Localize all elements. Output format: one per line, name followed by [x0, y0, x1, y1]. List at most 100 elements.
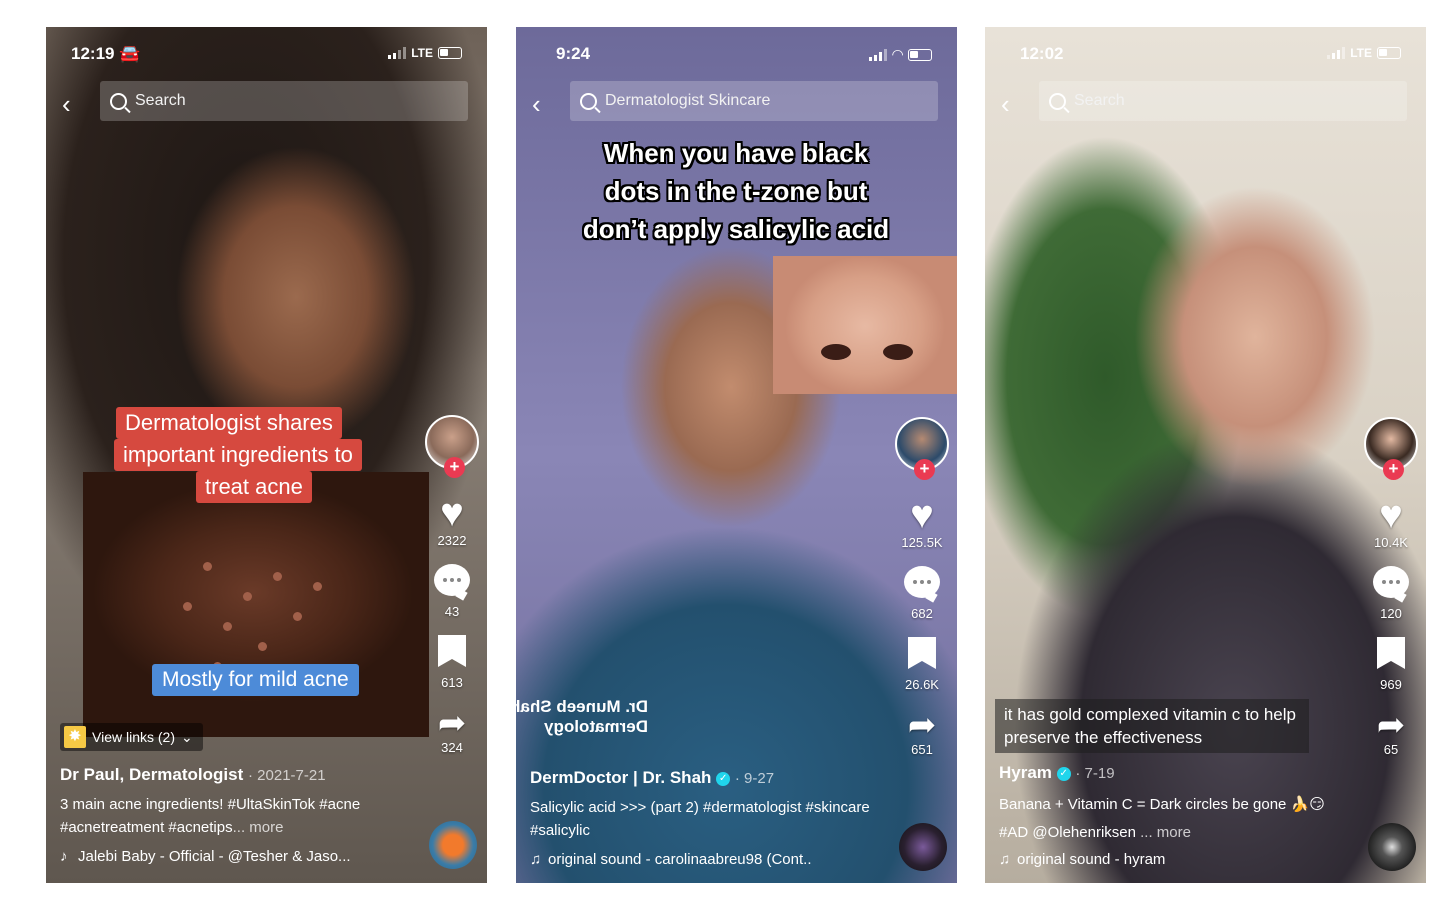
status-bar: 12:19 🚘 LTE — [71, 44, 462, 66]
network-label: LTE — [1350, 46, 1372, 60]
creator-avatar[interactable]: + — [1364, 417, 1418, 480]
mirrored-name-overlay: Dr. Muneeb Shah Dermatology — [516, 697, 648, 737]
author-name[interactable]: Hyram — [999, 763, 1052, 782]
overlay-caption-line: don’t apply salicylic acid — [582, 214, 890, 244]
follow-plus-icon[interactable]: + — [444, 457, 465, 478]
action-rail: + ♥ 125.5K 682 26.6K ➦ 651 — [893, 417, 951, 757]
overlay-caption-line: Dermatologist shares — [116, 407, 342, 439]
status-time: 12:19 🚘 — [71, 44, 141, 63]
sound-link[interactable]: ♪ Jalebi Baby - Official - @Tesher & Jaso… — [60, 848, 417, 865]
comment-count: 682 — [911, 606, 933, 621]
sound-link[interactable]: ♫ original sound - carolinaabreu98 (Cont.… — [530, 851, 887, 868]
action-rail: + ♥ 2322 43 613 ➦ 324 — [423, 415, 481, 755]
back-icon[interactable]: ‹ — [1001, 89, 1010, 120]
bookmark-icon — [907, 637, 936, 669]
search-input[interactable]: Search — [100, 81, 468, 121]
overlay-sub-caption: it has gold complexed vitamin c to help … — [995, 699, 1309, 753]
video-post-3[interactable]: 12:02 LTE ‹ Search it has gold complexed… — [985, 27, 1426, 883]
more-link[interactable]: ... more — [233, 819, 284, 836]
post-description: 3 main acne ingredients! #UltaSkinTok #a… — [60, 793, 417, 839]
follow-plus-icon[interactable]: + — [914, 459, 935, 480]
comment-button[interactable]: 682 — [904, 566, 940, 621]
back-icon[interactable]: ‹ — [62, 89, 71, 120]
comment-button[interactable]: 43 — [434, 564, 470, 619]
author-name[interactable]: DermDoctor | Dr. Shah — [530, 768, 711, 787]
share-icon: ➦ — [437, 704, 467, 742]
post-description: Banana + Vitamin C = Dark circles be gon… — [999, 791, 1356, 847]
video-post-1[interactable]: 12:19 🚘 LTE ‹ Search Dermatologist share… — [46, 27, 487, 883]
view-links-button[interactable]: ✸ View links (2) ⌄ — [60, 723, 203, 751]
post-info: Dr Paul, Dermatologist · 2021-7-21 3 mai… — [60, 765, 417, 865]
more-link[interactable]: ... more — [1140, 824, 1191, 841]
share-count: 65 — [1383, 742, 1399, 757]
post-date: · 9-27 — [734, 770, 775, 787]
save-count: 26.6K — [905, 677, 939, 692]
status-bar: 12:02 LTE — [1020, 44, 1401, 66]
search-input[interactable]: Dermatologist Skincare — [570, 81, 938, 121]
battery-icon — [908, 48, 932, 61]
like-button[interactable]: ♥ 2322 — [438, 493, 467, 548]
nose-closeup-image — [773, 256, 957, 394]
car-icon: 🚘 — [119, 44, 141, 63]
share-count: 651 — [911, 742, 933, 757]
search-icon — [580, 92, 597, 110]
save-button[interactable]: 969 — [1377, 637, 1405, 692]
search-icon — [1049, 92, 1066, 110]
status-time: 9:24 — [556, 44, 591, 63]
heart-icon: ♥ — [910, 493, 934, 537]
video-post-2[interactable]: 9:24 ◠ ‹ Dermatologist Skincare When you… — [516, 27, 957, 883]
back-icon[interactable]: ‹ — [532, 89, 541, 120]
comment-button[interactable]: 120 — [1373, 566, 1409, 621]
save-button[interactable]: 613 — [438, 635, 466, 690]
overlay-caption-line: When you have black — [603, 138, 869, 168]
sound-disc-icon[interactable] — [1368, 823, 1416, 871]
comment-icon — [904, 566, 940, 598]
share-button[interactable]: ➦ 651 — [908, 708, 937, 757]
share-button[interactable]: ➦ 65 — [1377, 708, 1406, 757]
creator-avatar[interactable]: + — [425, 415, 479, 478]
overlay-caption-line: important ingredients to — [114, 439, 362, 471]
share-button[interactable]: ➦ 324 — [438, 706, 467, 755]
battery-icon — [438, 47, 462, 59]
battery-icon — [1377, 47, 1401, 59]
sound-disc-icon[interactable] — [429, 821, 477, 869]
bookmark-icon — [1377, 637, 1405, 669]
video-frame — [985, 27, 1426, 883]
author-name[interactable]: Dr Paul, Dermatologist — [60, 765, 243, 784]
comment-count: 43 — [444, 604, 460, 619]
save-count: 613 — [441, 675, 463, 690]
author-line: Hyram ✓ · 7-19 — [999, 763, 1356, 783]
heart-icon: ♥ — [1379, 493, 1403, 537]
bookmark-icon — [438, 635, 466, 667]
signal-icon — [1327, 47, 1346, 59]
save-count: 969 — [1380, 677, 1402, 692]
music-note-icon: ♫ — [999, 851, 1011, 868]
music-note-icon: ♪ — [60, 848, 68, 865]
music-note-icon: ♫ — [530, 851, 542, 868]
search-query: Search — [135, 92, 186, 109]
overlay-caption: When you have black dots in the t-zone b… — [556, 134, 916, 248]
verified-icon: ✓ — [716, 771, 731, 786]
like-button[interactable]: ♥ 10.4K — [1374, 495, 1408, 550]
search-icon — [110, 92, 127, 110]
post-info: DermDoctor | Dr. Shah ✓ · 9-27 Salicylic… — [530, 768, 887, 868]
heart-icon: ♥ — [440, 491, 464, 535]
search-input[interactable]: Search — [1039, 81, 1407, 121]
search-query: Dermatologist Skincare — [605, 92, 771, 109]
creator-avatar[interactable]: + — [895, 417, 949, 480]
status-bar: 9:24 ◠ — [556, 44, 932, 66]
wifi-icon: ◠ — [892, 46, 903, 62]
sound-disc-icon[interactable] — [899, 823, 947, 871]
comment-icon — [1373, 566, 1409, 598]
sound-name: original sound - carolinaabreu98 (Cont.. — [548, 851, 812, 868]
follow-plus-icon[interactable]: + — [1383, 459, 1404, 480]
post-info: Hyram ✓ · 7-19 Banana + Vitamin C = Dark… — [999, 763, 1356, 868]
save-button[interactable]: 26.6K — [905, 637, 939, 692]
search-query: Search — [1074, 92, 1125, 109]
like-button[interactable]: ♥ 125.5K — [901, 495, 942, 550]
status-time: 12:02 — [1020, 44, 1064, 63]
sound-link[interactable]: ♫ original sound - hyram — [999, 851, 1356, 868]
sound-name: original sound - hyram — [1017, 851, 1166, 868]
signal-icon — [869, 48, 888, 61]
share-icon: ➦ — [907, 706, 937, 744]
